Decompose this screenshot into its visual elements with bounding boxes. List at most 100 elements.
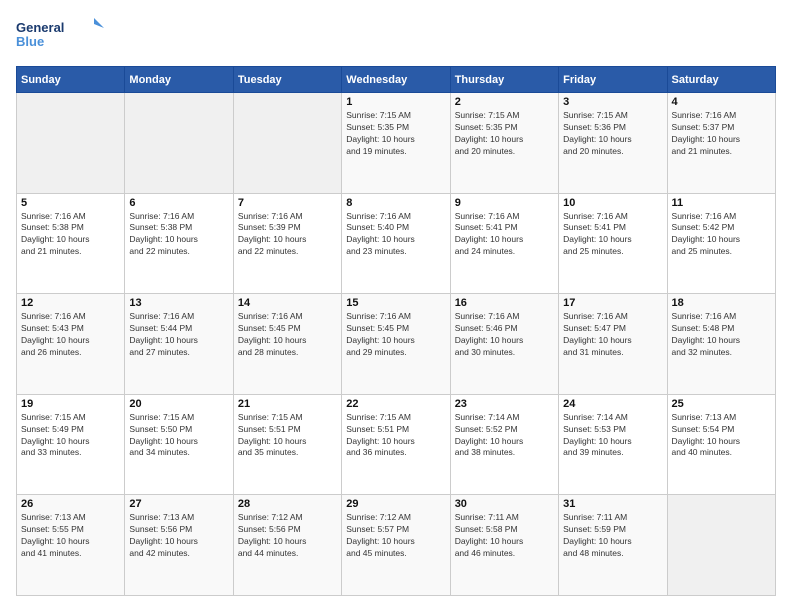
day-number: 24 bbox=[563, 398, 662, 410]
day-number: 7 bbox=[238, 197, 337, 209]
day-cell: 22Sunrise: 7:15 AMSunset: 5:51 PMDayligh… bbox=[342, 394, 450, 495]
day-info: Sunrise: 7:16 AMSunset: 5:45 PMDaylight:… bbox=[346, 311, 445, 359]
weekday-header-sunday: Sunday bbox=[17, 67, 125, 93]
day-info: Sunrise: 7:15 AMSunset: 5:36 PMDaylight:… bbox=[563, 110, 662, 158]
day-number: 1 bbox=[346, 96, 445, 108]
day-number: 25 bbox=[672, 398, 771, 410]
day-number: 30 bbox=[455, 498, 554, 510]
day-info: Sunrise: 7:16 AMSunset: 5:46 PMDaylight:… bbox=[455, 311, 554, 359]
day-info: Sunrise: 7:15 AMSunset: 5:51 PMDaylight:… bbox=[238, 412, 337, 460]
day-cell: 28 Sunrise: 7:12 AMSunset: 5:56 PMDayligh… bbox=[233, 495, 341, 596]
day-number: 6 bbox=[129, 197, 228, 209]
day-number: 15 bbox=[346, 297, 445, 309]
day-cell: 8 Sunrise: 7:16 AMSunset: 5:40 PMDaylight… bbox=[342, 193, 450, 294]
day-cell: 12 Sunrise: 7:16 AMSunset: 5:43 PMDayligh… bbox=[17, 294, 125, 395]
day-info: Sunrise: 7:15 AMSunset: 5:49 PMDaylight:… bbox=[21, 412, 120, 460]
day-number: 28 bbox=[238, 498, 337, 510]
day-info: Sunrise: 7:14 AMSunset: 5:52 PMDaylight:… bbox=[455, 412, 554, 460]
day-cell: 20 Sunrise: 7:15 AMSunset: 5:50 PMDayligh… bbox=[125, 394, 233, 495]
day-info: Sunrise: 7:11 AMSunset: 5:58 PMDaylight:… bbox=[455, 512, 554, 560]
day-info: Sunrise: 7:16 AMSunset: 5:41 PMDaylight:… bbox=[563, 211, 662, 259]
day-info: Sunrise: 7:16 AMSunset: 5:43 PMDaylight:… bbox=[21, 311, 120, 359]
day-cell: 26 Sunrise: 7:13 AMSunset: 5:55 PMDayligh… bbox=[17, 495, 125, 596]
day-cell: 3Sunrise: 7:15 AMSunset: 5:36 PMDaylight… bbox=[559, 93, 667, 194]
day-cell: 1 Sunrise: 7:15 AMSunset: 5:35 PMDaylight… bbox=[342, 93, 450, 194]
day-info: Sunrise: 7:16 AMSunset: 5:39 PMDaylight:… bbox=[238, 211, 337, 259]
day-cell: 15 Sunrise: 7:16 AMSunset: 5:45 PMDayligh… bbox=[342, 294, 450, 395]
day-info: Sunrise: 7:16 AMSunset: 5:45 PMDaylight:… bbox=[238, 311, 337, 359]
day-number: 26 bbox=[21, 498, 120, 510]
day-cell: 13 Sunrise: 7:16 AMSunset: 5:44 PMDayligh… bbox=[125, 294, 233, 395]
day-info: Sunrise: 7:16 AMSunset: 5:40 PMDaylight:… bbox=[346, 211, 445, 259]
weekday-header-monday: Monday bbox=[125, 67, 233, 93]
day-info: Sunrise: 7:12 AMSunset: 5:56 PMDaylight:… bbox=[238, 512, 337, 560]
day-info: Sunrise: 7:11 AMSunset: 5:59 PMDaylight:… bbox=[563, 512, 662, 560]
day-number: 5 bbox=[21, 197, 120, 209]
day-number: 27 bbox=[129, 498, 228, 510]
day-cell: 24 Sunrise: 7:14 AMSunset: 5:53 PMDayligh… bbox=[559, 394, 667, 495]
day-number: 17 bbox=[563, 297, 662, 309]
day-number: 8 bbox=[346, 197, 445, 209]
day-info: Sunrise: 7:15 AMSunset: 5:35 PMDaylight:… bbox=[346, 110, 445, 158]
day-info: Sunrise: 7:16 AMSunset: 5:41 PMDaylight:… bbox=[455, 211, 554, 259]
day-cell: 18 Sunrise: 7:16 AMSunset: 5:48 PMDayligh… bbox=[667, 294, 775, 395]
logo-svg: General Blue bbox=[16, 16, 106, 56]
page: General Blue SundayMondayTuesdayWednesda… bbox=[0, 0, 792, 612]
day-cell bbox=[125, 93, 233, 194]
day-info: Sunrise: 7:13 AMSunset: 5:54 PMDaylight:… bbox=[672, 412, 771, 460]
day-cell: 27 Sunrise: 7:13 AMSunset: 5:56 PMDayligh… bbox=[125, 495, 233, 596]
day-info: Sunrise: 7:16 AMSunset: 5:37 PMDaylight:… bbox=[672, 110, 771, 158]
day-cell: 16 Sunrise: 7:16 AMSunset: 5:46 PMDayligh… bbox=[450, 294, 558, 395]
day-info: Sunrise: 7:15 AMSunset: 5:50 PMDaylight:… bbox=[129, 412, 228, 460]
day-number: 11 bbox=[672, 197, 771, 209]
day-number: 23 bbox=[455, 398, 554, 410]
day-cell: 4Sunrise: 7:16 AMSunset: 5:37 PMDaylight… bbox=[667, 93, 775, 194]
day-info: Sunrise: 7:13 AMSunset: 5:56 PMDaylight:… bbox=[129, 512, 228, 560]
day-number: 18 bbox=[672, 297, 771, 309]
weekday-header-row: SundayMondayTuesdayWednesdayThursdayFrid… bbox=[17, 67, 776, 93]
day-number: 29 bbox=[346, 498, 445, 510]
day-number: 31 bbox=[563, 498, 662, 510]
svg-text:Blue: Blue bbox=[16, 34, 44, 49]
day-cell: 21 Sunrise: 7:15 AMSunset: 5:51 PMDayligh… bbox=[233, 394, 341, 495]
day-number: 2 bbox=[455, 96, 554, 108]
week-row-2: 12 Sunrise: 7:16 AMSunset: 5:43 PMDayligh… bbox=[17, 294, 776, 395]
weekday-header-wednesday: Wednesday bbox=[342, 67, 450, 93]
day-cell: 5 Sunrise: 7:16 AMSunset: 5:38 PMDaylight… bbox=[17, 193, 125, 294]
week-row-1: 5 Sunrise: 7:16 AMSunset: 5:38 PMDaylight… bbox=[17, 193, 776, 294]
day-info: Sunrise: 7:16 AMSunset: 5:42 PMDaylight:… bbox=[672, 211, 771, 259]
day-number: 13 bbox=[129, 297, 228, 309]
day-cell: 14 Sunrise: 7:16 AMSunset: 5:45 PMDayligh… bbox=[233, 294, 341, 395]
day-number: 10 bbox=[563, 197, 662, 209]
day-cell: 11 Sunrise: 7:16 AMSunset: 5:42 PMDayligh… bbox=[667, 193, 775, 294]
day-cell: 10 Sunrise: 7:16 AMSunset: 5:41 PMDayligh… bbox=[559, 193, 667, 294]
svg-text:General: General bbox=[16, 20, 64, 35]
day-info: Sunrise: 7:16 AMSunset: 5:44 PMDaylight:… bbox=[129, 311, 228, 359]
day-number: 9 bbox=[455, 197, 554, 209]
day-number: 12 bbox=[21, 297, 120, 309]
day-cell: 7 Sunrise: 7:16 AMSunset: 5:39 PMDaylight… bbox=[233, 193, 341, 294]
day-cell: 17Sunrise: 7:16 AMSunset: 5:47 PMDayligh… bbox=[559, 294, 667, 395]
week-row-4: 26 Sunrise: 7:13 AMSunset: 5:55 PMDayligh… bbox=[17, 495, 776, 596]
day-info: Sunrise: 7:16 AMSunset: 5:38 PMDaylight:… bbox=[21, 211, 120, 259]
day-info: Sunrise: 7:15 AMSunset: 5:35 PMDaylight:… bbox=[455, 110, 554, 158]
day-info: Sunrise: 7:13 AMSunset: 5:55 PMDaylight:… bbox=[21, 512, 120, 560]
day-number: 14 bbox=[238, 297, 337, 309]
day-number: 20 bbox=[129, 398, 228, 410]
weekday-header-friday: Friday bbox=[559, 67, 667, 93]
day-cell: 2 Sunrise: 7:15 AMSunset: 5:35 PMDaylight… bbox=[450, 93, 558, 194]
day-number: 21 bbox=[238, 398, 337, 410]
day-cell: 25 Sunrise: 7:13 AMSunset: 5:54 PMDayligh… bbox=[667, 394, 775, 495]
week-row-0: 1 Sunrise: 7:15 AMSunset: 5:35 PMDaylight… bbox=[17, 93, 776, 194]
calendar-table: SundayMondayTuesdayWednesdayThursdayFrid… bbox=[16, 66, 776, 596]
day-cell: 23 Sunrise: 7:14 AMSunset: 5:52 PMDayligh… bbox=[450, 394, 558, 495]
day-number: 16 bbox=[455, 297, 554, 309]
day-cell: 9 Sunrise: 7:16 AMSunset: 5:41 PMDaylight… bbox=[450, 193, 558, 294]
day-info: Sunrise: 7:14 AMSunset: 5:53 PMDaylight:… bbox=[563, 412, 662, 460]
day-info: Sunrise: 7:16 AMSunset: 5:38 PMDaylight:… bbox=[129, 211, 228, 259]
day-cell: 29Sunrise: 7:12 AMSunset: 5:57 PMDayligh… bbox=[342, 495, 450, 596]
weekday-header-thursday: Thursday bbox=[450, 67, 558, 93]
weekday-header-saturday: Saturday bbox=[667, 67, 775, 93]
day-info: Sunrise: 7:16 AMSunset: 5:48 PMDaylight:… bbox=[672, 311, 771, 359]
day-cell: 6 Sunrise: 7:16 AMSunset: 5:38 PMDaylight… bbox=[125, 193, 233, 294]
